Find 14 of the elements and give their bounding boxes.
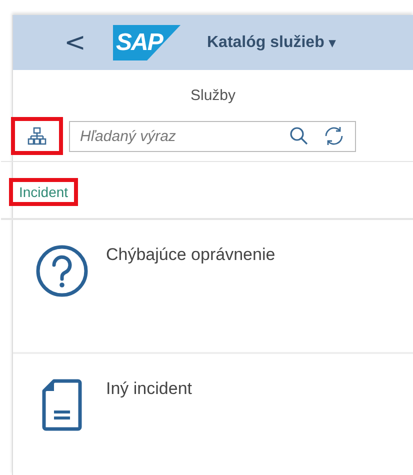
page-title: Služby <box>189 87 237 104</box>
question-icon[interactable] <box>36 245 88 297</box>
hierarchy-button[interactable] <box>11 117 63 155</box>
tile-title[interactable]: Iný incident <box>106 379 192 399</box>
document-icon[interactable] <box>42 379 82 431</box>
tile-title[interactable]: Chýbajúce oprávnenie <box>106 245 276 265</box>
hierarchy-icon[interactable] <box>27 126 47 146</box>
refresh-icon[interactable] <box>323 125 345 147</box>
back-button[interactable]: < <box>63 28 87 58</box>
logo: SAP <box>113 24 181 60</box>
search-bar[interactable]: Hľadaný výraz <box>69 120 356 152</box>
category-tab[interactable]: Incident <box>9 178 78 206</box>
app-title-menu[interactable]: Katalóg služieb ▾ <box>207 34 336 52</box>
search-icon[interactable] <box>289 126 309 146</box>
